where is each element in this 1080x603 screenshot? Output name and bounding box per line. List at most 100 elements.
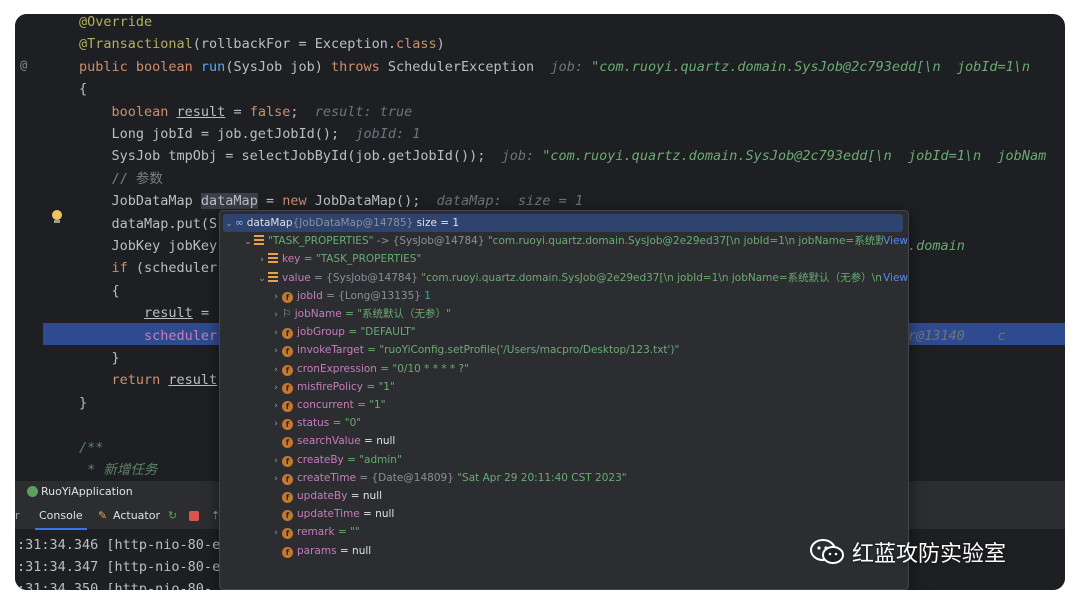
- field-icon: f: [282, 364, 293, 376]
- field-icon: f: [282, 346, 293, 358]
- code-token: (scheduler: [135, 260, 218, 277]
- code-token: JobDataMap();: [314, 193, 437, 210]
- variable-type: {JobDataMap@14785}: [292, 217, 414, 229]
- field-icon: f: [282, 401, 293, 412]
- tab-console[interactable]: Console: [35, 502, 87, 530]
- entry-icon: [254, 235, 264, 246]
- chevron-down-icon[interactable]: ⌄: [256, 270, 268, 287]
- chevron-right-icon[interactable]: ›: [270, 397, 282, 414]
- chevron-right-icon[interactable]: ›: [270, 342, 282, 359]
- variable-tree-row[interactable]: f updateTime = null: [270, 505, 394, 523]
- debug-value-popup[interactable]: ⌄ ∞ dataMap{JobDataMap@14785} size = 1 ⌄ "TA…: [219, 210, 909, 590]
- rerun-icon[interactable]: ↻: [168, 502, 177, 530]
- entry-icon: [268, 271, 278, 282]
- variable-tree-row[interactable]: › f createTime = {Date@14809} "Sat Apr 29 …: [270, 469, 627, 487]
- chevron-right-icon[interactable]: ›: [270, 470, 282, 487]
- variable-tree-row[interactable]: › f cronExpression = "0/10 * * * * ?": [270, 360, 469, 378]
- variable-tree-row[interactable]: f params = null: [270, 542, 371, 560]
- variable-tree-row[interactable]: ⌄ ∞ dataMap{JobDataMap@14785} size = 1: [223, 214, 903, 232]
- field-icon: f: [282, 328, 293, 340]
- chevron-right-icon[interactable]: ›: [270, 452, 282, 469]
- variable-tree-row[interactable]: › f misfirePolicy = "1": [270, 378, 395, 396]
- variable-name: cronExpression: [297, 362, 377, 375]
- code-token: return: [79, 372, 169, 389]
- variable-name: createTime: [297, 471, 357, 484]
- code-line: SysJob tmpObj = selectJobById(job.getJob…: [79, 145, 1047, 167]
- chevron-right-icon[interactable]: ›: [270, 415, 282, 432]
- variable-name: value: [282, 271, 311, 284]
- code-token: public boolean: [79, 58, 201, 75]
- view-link[interactable]: View: [883, 268, 908, 287]
- variable-tree-row[interactable]: › f concurrent = "1": [270, 396, 386, 414]
- chevron-right-icon[interactable]: ›: [256, 251, 268, 268]
- code-token: false: [249, 103, 291, 120]
- variable-type: = {SysJob@14784}: [310, 271, 418, 284]
- code-token: dataMap: [200, 193, 258, 210]
- chevron-right-icon[interactable]: ›: [270, 361, 282, 378]
- code-token: dataMap: size = 1: [436, 193, 583, 210]
- view-link[interactable]: View: [883, 232, 908, 251]
- code-token: @Transactional: [79, 36, 193, 53]
- variable-tree-row[interactable]: ⌄ "TASK_PROPERTIES" -> {SysJob@14784} "co…: [242, 232, 908, 251]
- variable-name: misfirePolicy: [297, 380, 363, 393]
- variable-value: = "admin": [343, 453, 402, 466]
- tabs-overflow-icon[interactable]: r: [15, 502, 20, 530]
- variable-type: -> {SysJob@14784}: [373, 235, 485, 248]
- code-token: {: [79, 282, 120, 299]
- code-token: throws: [330, 58, 388, 75]
- tab-actuator[interactable]: Actuator: [113, 502, 160, 530]
- variable-tree-row[interactable]: › f jobGroup = "DEFAULT": [270, 323, 416, 341]
- code-line: return result: [79, 369, 218, 391]
- code-line: public boolean run(SysJob job) throws Sc…: [79, 56, 1030, 78]
- variable-tree-row[interactable]: ⌄ value = {SysJob@14784} "com.ruoyi.quart…: [256, 268, 908, 287]
- variable-name: status: [297, 417, 330, 430]
- code-line: if (scheduler: [79, 257, 218, 279]
- variable-tree-row[interactable]: › ⚐ jobName = "系统默认（无参）": [270, 305, 451, 323]
- variable-tree-row[interactable]: › f invokeTarget = "ruoYiConfig.setProfile…: [270, 341, 679, 359]
- variable-tree-row[interactable]: › f remark = "": [270, 523, 360, 541]
- run-config-tab[interactable]: RuoYiApplication: [41, 481, 133, 503]
- chevron-right-icon[interactable]: ›: [270, 324, 282, 341]
- chevron-right-icon[interactable]: ›: [270, 524, 282, 541]
- field-icon: f: [282, 492, 293, 503]
- code-token: if: [79, 260, 136, 277]
- variable-tree-row[interactable]: f searchValue = null: [270, 432, 395, 450]
- code-line: }: [79, 392, 87, 414]
- variable-tree-row[interactable]: › f createBy = "admin": [270, 451, 402, 469]
- console-line: :31:34.347 [http-nio-80-e: [17, 559, 221, 575]
- watch-icon: ∞: [235, 217, 244, 229]
- variable-tree-row[interactable]: › f status = "0": [270, 414, 361, 432]
- variable-name: jobGroup: [297, 326, 345, 339]
- spring-app-icon: [27, 486, 38, 497]
- variable-tree-row[interactable]: › key = "TASK_PROPERTIES": [256, 250, 421, 268]
- code-token: SchedulerException: [387, 58, 551, 75]
- chevron-right-icon[interactable]: ›: [270, 288, 282, 305]
- code-line: {: [79, 280, 120, 302]
- variable-tree-row[interactable]: › f jobId = {Long@13135} 1: [270, 287, 431, 305]
- field-icon: f: [282, 473, 293, 485]
- field-icon: f: [282, 510, 293, 522]
- chevron-right-icon[interactable]: ›: [270, 379, 282, 396]
- variable-type: = {Date@14809}: [356, 471, 454, 484]
- variable-value: "com.ruoyi.quartz.domain.SysJob@2e29ed37…: [417, 271, 896, 284]
- chevron-down-icon[interactable]: ⌄: [223, 215, 235, 232]
- code-token: jobId: 1: [355, 126, 421, 142]
- variable-tree-row[interactable]: f updateBy = null: [270, 487, 382, 505]
- variable-name: jobId: [297, 289, 323, 302]
- stop-icon[interactable]: [189, 511, 199, 521]
- variable-value: = null: [336, 544, 372, 557]
- chevron-right-icon[interactable]: ›: [270, 306, 282, 323]
- variable-name: jobName: [294, 308, 342, 320]
- actuator-icon: ✎: [98, 509, 108, 522]
- code-token: dataMap.put(S: [79, 215, 218, 232]
- chevron-down-icon[interactable]: ⌄: [242, 233, 254, 250]
- code-token: job:: [550, 58, 592, 75]
- code-token: "com.ruoyi.quartz.domain.SysJob@2c793edd…: [542, 148, 1047, 165]
- code-token: (rollbackFor = Exception.: [192, 36, 396, 53]
- code-token: }: [79, 350, 120, 366]
- code-token: result: [144, 305, 193, 322]
- code-token: =: [192, 305, 210, 322]
- code-token: new: [282, 193, 315, 210]
- code-token: /**: [79, 439, 104, 456]
